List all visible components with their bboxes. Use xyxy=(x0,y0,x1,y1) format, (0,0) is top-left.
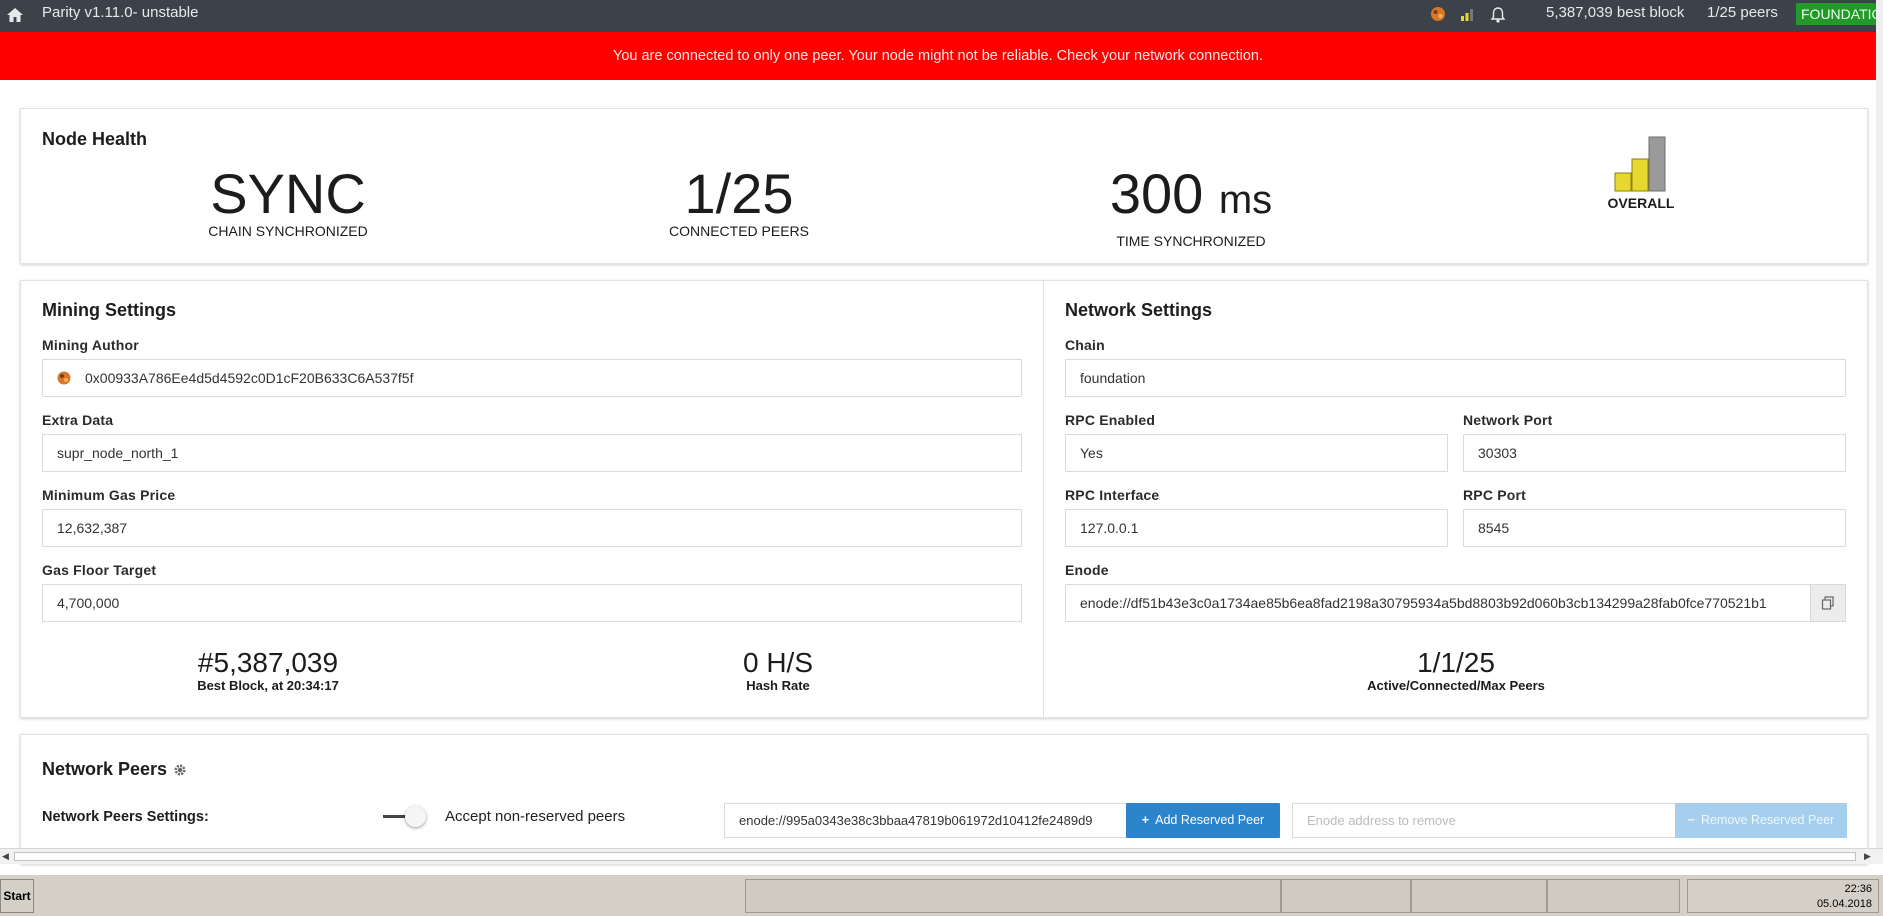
network-peers-stat: 1/1/25 Active/Connected/Max Peers xyxy=(1316,647,1596,694)
sync-status: SYNC CHAIN SYNCHRONIZED xyxy=(168,162,408,240)
best-block-stat: #5,387,039 Best Block, at 20:34:17 xyxy=(168,647,368,694)
accept-non-reserved-toggle[interactable] xyxy=(383,805,429,829)
time-value: 300 xyxy=(1109,162,1204,225)
start-button[interactable]: Start xyxy=(0,879,34,913)
horizontal-scrollbar[interactable]: ◀ ▶ xyxy=(0,848,1883,864)
network-peers-card: Network Peers Network Peers Settings: Ac… xyxy=(20,734,1868,864)
extra-data-label: Extra Data xyxy=(42,412,114,428)
chain-field[interactable]: foundation xyxy=(1065,359,1846,397)
rpc-port-label: RPC Port xyxy=(1463,487,1527,503)
signal-strength-icon[interactable] xyxy=(1460,6,1474,22)
remove-reserved-peer-label: Remove Reserved Peer xyxy=(1700,813,1835,827)
scroll-left-arrow-icon[interactable]: ◀ xyxy=(2,851,10,861)
min-gas-price-label: Minimum Gas Price xyxy=(42,487,176,503)
add-reserved-peer-label: Add Reserved Peer xyxy=(1155,813,1265,827)
chain-badge: FOUNDATION xyxy=(1796,3,1876,25)
app-topbar: Parity v1.11.0- unstable 5,387,039 best … xyxy=(0,0,1876,32)
network-peers-title: Network Peers xyxy=(42,759,168,779)
enode-label: Enode xyxy=(1065,562,1109,578)
hash-rate-stat: 0 H/S Hash Rate xyxy=(678,647,878,694)
peers-status: 1/25 peers xyxy=(1707,4,1778,21)
best-block-label: Best Block, at 20:34:17 xyxy=(197,678,339,693)
home-icon[interactable] xyxy=(6,6,24,24)
vertical-scrollbar[interactable] xyxy=(1876,0,1883,864)
identity-icon[interactable] xyxy=(1430,6,1446,22)
scroll-right-arrow-icon[interactable]: ▶ xyxy=(1864,851,1872,861)
network-port-label: Network Port xyxy=(1463,412,1553,428)
time-unit: ms xyxy=(1218,178,1273,222)
gas-floor-target-label: Gas Floor Target xyxy=(42,562,157,578)
rpc-port-field[interactable]: 8545 xyxy=(1463,509,1846,547)
address-identicon-icon xyxy=(57,371,71,385)
clock-date: 05.04.2018 xyxy=(1816,898,1872,910)
node-health-title: Node Health xyxy=(42,129,148,149)
overall-status: OVERALL xyxy=(1581,135,1701,211)
mining-settings-title: Mining Settings xyxy=(42,300,176,320)
sync-label: CHAIN SYNCHRONIZED xyxy=(208,223,368,239)
network-settings-title: Network Settings xyxy=(1065,300,1213,320)
taskbar-slot-2[interactable] xyxy=(1281,879,1411,913)
time-sync-status: 300 ms TIME SYNCHRONIZED xyxy=(1051,162,1331,250)
taskbar-slot-4[interactable] xyxy=(1547,879,1680,913)
bell-icon[interactable] xyxy=(1490,6,1506,24)
rpc-interface-field[interactable]: 127.0.0.1 xyxy=(1065,509,1448,547)
network-port-field[interactable]: 30303 xyxy=(1463,434,1846,472)
sync-value: SYNC xyxy=(210,162,366,225)
os-taskbar: Start 22:36 05.04.2018 xyxy=(0,874,1883,916)
connected-peers-status: 1/25 CONNECTED PEERS xyxy=(619,162,859,240)
app-title: Parity v1.11.0- unstable xyxy=(42,4,199,21)
copy-icon xyxy=(1821,596,1834,610)
gear-icon[interactable] xyxy=(173,763,187,777)
time-label: TIME SYNCHRONIZED xyxy=(1116,233,1266,249)
extra-data-field[interactable]: supr_node_north_1 xyxy=(42,434,1022,472)
accept-non-reserved-label: Accept non-reserved peers xyxy=(445,808,626,825)
taskbar-slot-3[interactable] xyxy=(1411,879,1547,913)
network-peers-value: 1/1/25 xyxy=(1417,647,1495,678)
rpc-interface-label: RPC Interface xyxy=(1065,487,1160,503)
add-reserved-peer-input[interactable]: enode://995a0343e38c3bbaa47819b061972d10… xyxy=(724,803,1127,838)
mining-author-field[interactable]: 0x00933A786Ee4d5d4592c0D1cF20B633C6A537f… xyxy=(42,359,1022,397)
network-peers-settings-label: Network Peers Settings: xyxy=(42,809,209,825)
add-reserved-peer-button[interactable]: + Add Reserved Peer xyxy=(1126,803,1280,838)
plus-icon: + xyxy=(1141,813,1150,827)
network-peers-label: Active/Connected/Max Peers xyxy=(1367,678,1545,693)
enode-field[interactable]: enode://df51b43e3c0a1734ae85b6ea8fad2198… xyxy=(1065,584,1811,622)
copy-enode-button[interactable] xyxy=(1810,584,1846,622)
toggle-thumb xyxy=(405,806,426,827)
clock-time: 22:36 xyxy=(1844,883,1872,895)
remove-reserved-peer-button[interactable]: − Remove Reserved Peer xyxy=(1675,803,1847,838)
rpc-enabled-field[interactable]: Yes xyxy=(1065,434,1448,472)
settings-divider xyxy=(1043,280,1044,718)
best-block-value: #5,387,039 xyxy=(197,647,339,678)
hash-rate-label: Hash Rate xyxy=(746,678,810,693)
overall-health-bars-icon xyxy=(1614,136,1666,192)
minus-icon: − xyxy=(1687,813,1695,827)
chain-label: Chain xyxy=(1065,337,1105,353)
gas-floor-target-field[interactable]: 4,700,000 xyxy=(42,584,1022,622)
remove-reserved-peer-input[interactable]: Enode address to remove xyxy=(1292,803,1696,838)
node-health-card: Node Health SYNC CHAIN SYNCHRONIZED 1/25… xyxy=(20,108,1868,264)
taskbar-slot-1[interactable] xyxy=(745,879,1281,913)
overall-label: OVERALL xyxy=(1607,195,1675,211)
horizontal-scroll-thumb[interactable] xyxy=(14,852,1856,861)
mining-author-value: 0x00933A786Ee4d5d4592c0D1cF20B633C6A537f… xyxy=(85,370,414,386)
best-block-status: 5,387,039 best block xyxy=(1546,4,1685,21)
taskbar-clock: 22:36 05.04.2018 xyxy=(1687,879,1879,913)
rpc-enabled-label: RPC Enabled xyxy=(1065,412,1156,428)
mining-author-label: Mining Author xyxy=(42,337,139,353)
peers-value: 1/25 xyxy=(684,162,794,225)
peers-label: CONNECTED PEERS xyxy=(668,223,810,239)
hash-rate-value: 0 H/S xyxy=(742,647,814,678)
min-gas-price-field[interactable]: 12,632,387 xyxy=(42,509,1022,547)
peer-warning-banner: You are connected to only one peer. Your… xyxy=(0,32,1876,80)
